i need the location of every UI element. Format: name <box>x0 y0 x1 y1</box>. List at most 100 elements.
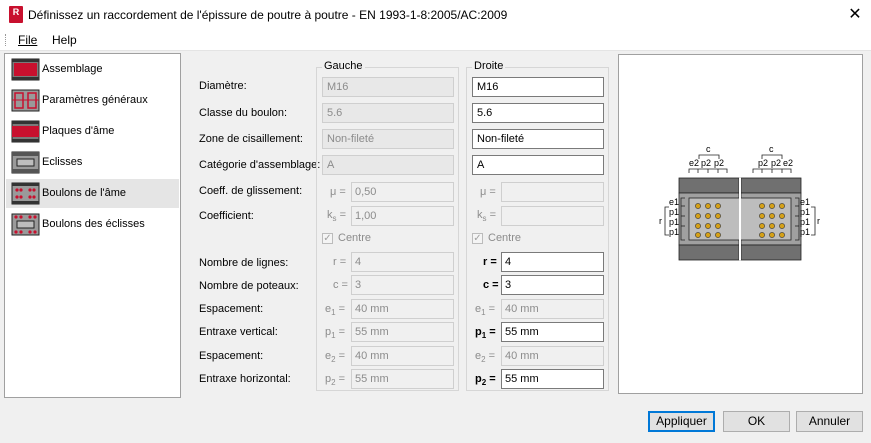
right-rows-field[interactable]: 4 <box>501 252 604 272</box>
right-e2-field: 40 mm <box>501 346 604 366</box>
dim-p2-left-1: p2 <box>701 158 711 168</box>
right-e1-symbol: e1 = <box>475 303 496 318</box>
splice-diagram: c c e2 p2 p2 p2 p2 e2 e1 p1 p1 p1 r e1 p… <box>659 144 820 261</box>
close-icon[interactable]: ✕ <box>840 2 870 28</box>
right-category-select[interactable]: A <box>472 155 604 175</box>
window-title: Définissez un raccordement de l'épissure… <box>28 8 508 22</box>
right-mu-field <box>501 182 604 202</box>
menu-grip <box>5 34 8 46</box>
left-r-symbol: r = <box>333 256 347 268</box>
left-e2-field: 40 mm <box>351 346 454 366</box>
left-p2-field: 55 mm <box>351 369 454 389</box>
sidebar-item-web-plates[interactable]: Plaques d'âme <box>6 117 179 146</box>
splice-bolts-icon <box>11 213 40 236</box>
label-diameter: Diamètre: <box>199 80 247 92</box>
dim-p1-left-2: p1 <box>669 217 679 227</box>
dim-c-left: c <box>706 144 711 154</box>
left-bolt-class-select: 5.6 <box>322 103 454 123</box>
label-rows: Nombre de lignes: <box>199 257 289 269</box>
left-shear-zone-select: Non-fileté <box>322 129 454 149</box>
left-c-symbol: c = <box>333 279 348 291</box>
web-bolts-icon <box>11 182 40 205</box>
sidebar-item-splice-bolts[interactable]: Boulons des éclisses <box>6 210 179 239</box>
sidebar: Assemblage Paramètres généraux Plaques d… <box>4 53 181 398</box>
dim-r-left: r <box>659 216 662 226</box>
right-e2-symbol: e2 = <box>475 350 496 365</box>
left-mu-field: 0,50 <box>351 182 454 202</box>
app-icon: R <box>9 6 23 23</box>
label-slip-coeff: Coeff. de glissement: <box>199 185 303 197</box>
dim-c-right: c <box>769 144 774 154</box>
label-columns: Nombre de poteaux: <box>199 280 299 292</box>
label-pitch-vertical: Entraxe vertical: <box>199 326 278 338</box>
left-centre-checkbox: ✓ <box>322 233 333 244</box>
left-ks-field: 1,00 <box>351 206 454 226</box>
right-ks-field <box>501 206 604 226</box>
dim-p1-right-2: p1 <box>800 217 810 227</box>
left-diameter-select: M16 <box>322 77 454 97</box>
sidebar-item-assemblage[interactable]: Assemblage <box>6 55 179 84</box>
dim-e2-left: e2 <box>689 158 699 168</box>
dim-p1-right-1: p1 <box>800 207 810 217</box>
right-columns-field[interactable]: 3 <box>501 275 604 295</box>
preview-panel: c c e2 p2 p2 p2 p2 e2 e1 p1 p1 p1 r e1 p… <box>618 54 863 394</box>
left-p1-field: 55 mm <box>351 322 454 342</box>
left-rows-field: 4 <box>351 252 454 272</box>
label-shear-zone: Zone de cisaillement: <box>199 133 303 145</box>
dim-e1-right: e1 <box>800 197 810 207</box>
sidebar-item-web-bolts[interactable]: Boulons de l'âme <box>6 179 179 208</box>
sidebar-item-eclisses[interactable]: Eclisses <box>6 148 179 177</box>
label-coefficient: Coefficient: <box>199 210 254 222</box>
left-centre-label: Centre <box>338 232 372 244</box>
dim-e1-left: e1 <box>669 197 679 207</box>
label-spacing-1: Espacement: <box>199 303 264 315</box>
dim-r-right: r <box>817 216 820 226</box>
splice-plates-icon <box>11 151 40 174</box>
right-p1-field[interactable]: 55 mm <box>501 322 604 342</box>
ok-button[interactable]: OK <box>723 411 790 432</box>
sidebar-item-general[interactable]: Paramètres généraux <box>6 86 179 115</box>
right-centre-checkbox: ✓ <box>472 233 483 244</box>
left-ks-symbol: ks = <box>327 209 346 224</box>
apply-button[interactable]: Appliquer <box>648 411 715 432</box>
right-bolt-class-select[interactable]: 5.6 <box>472 103 604 123</box>
dim-e2-right: e2 <box>783 158 793 168</box>
left-mu-symbol: μ = <box>330 186 346 198</box>
left-p1-symbol: p1 = <box>325 326 346 341</box>
left-columns-field: 3 <box>351 275 454 295</box>
dim-p2-right-2: p2 <box>771 158 781 168</box>
right-e1-field: 40 mm <box>501 299 604 319</box>
menu-bar <box>0 30 871 51</box>
dim-p1-left-1: p1 <box>669 207 679 217</box>
left-e2-symbol: e2 = <box>325 350 346 365</box>
dim-p1-right-3: p1 <box>800 227 810 237</box>
label-bolt-class: Classe du boulon: <box>199 107 288 119</box>
right-mu-symbol: μ = <box>480 186 496 198</box>
right-p2-field[interactable]: 55 mm <box>501 369 604 389</box>
dim-p2-right-1: p2 <box>758 158 768 168</box>
label-spacing-2: Espacement: <box>199 350 264 362</box>
right-centre-label: Centre <box>488 232 522 244</box>
general-params-icon <box>11 89 40 112</box>
right-shear-zone-select[interactable]: Non-fileté <box>472 129 604 149</box>
left-p2-symbol: p2 = <box>325 373 346 388</box>
group-right-title: Droite <box>472 60 506 72</box>
group-left-title: Gauche <box>322 60 365 72</box>
right-diameter-select[interactable]: M16 <box>472 77 604 97</box>
right-p2-symbol: p2 = <box>475 373 496 388</box>
left-e1-field: 40 mm <box>351 299 454 319</box>
cancel-button[interactable]: Annuler <box>796 411 863 432</box>
web-plates-icon <box>11 120 40 143</box>
left-category-select: A <box>322 155 454 175</box>
label-category: Catégorie d'assemblage: <box>199 159 321 171</box>
right-ks-symbol: ks = <box>477 209 496 224</box>
right-c-symbol: c = <box>483 279 499 291</box>
right-p1-symbol: p1 = <box>475 326 496 341</box>
dim-p2-left-2: p2 <box>714 158 724 168</box>
menu-file[interactable]: File <box>18 33 37 47</box>
left-e1-symbol: e1 = <box>325 303 346 318</box>
assembly-icon <box>11 58 40 81</box>
menu-help[interactable]: Help <box>52 33 77 47</box>
label-pitch-horizontal: Entraxe horizontal: <box>199 373 291 385</box>
dim-p1-left-3: p1 <box>669 227 679 237</box>
